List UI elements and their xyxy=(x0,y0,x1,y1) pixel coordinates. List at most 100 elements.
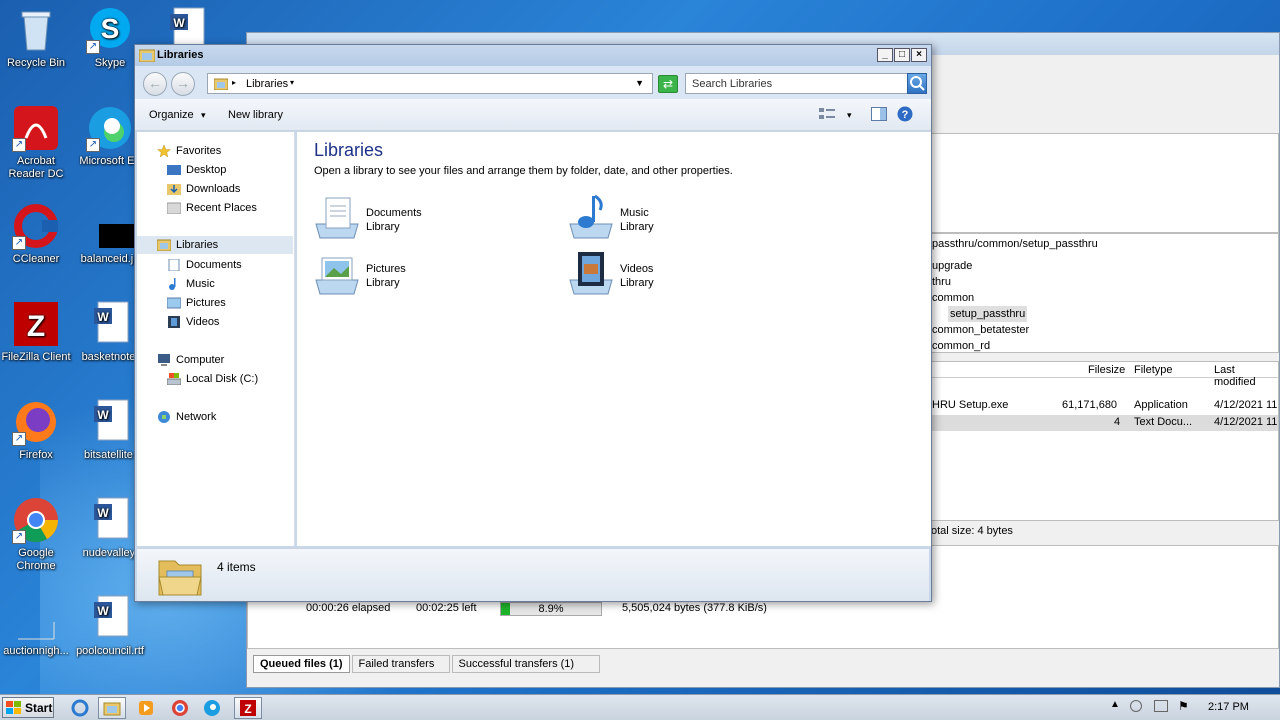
page-subtitle: Open a library to see your files and arr… xyxy=(314,165,733,177)
word-doc-icon: W xyxy=(86,398,134,446)
desktop-icon-label: FileZilla Client xyxy=(1,351,71,363)
explorer-window[interactable]: Libraries _ □ × ← → ▸ Libraries ▾ ▼ ⇄ Se… xyxy=(134,44,932,602)
refresh-icon[interactable]: ⇄ xyxy=(658,75,678,93)
nav-favorites[interactable]: Favorites xyxy=(157,142,221,160)
col-filesize[interactable]: Filesize xyxy=(1088,364,1125,376)
svg-text:Z: Z xyxy=(244,702,251,716)
nav-downloads[interactable]: Downloads xyxy=(167,180,240,198)
clock[interactable]: 2:17 PM xyxy=(1208,701,1249,713)
action-center-icon[interactable]: ⚑ xyxy=(1178,699,1189,713)
explorer-taskbar-icon[interactable] xyxy=(98,697,126,719)
search-icon[interactable] xyxy=(907,73,927,94)
svg-text:W: W xyxy=(97,408,109,422)
organize-button[interactable]: Organize xyxy=(149,109,194,121)
library-music[interactable]: Music Library xyxy=(568,194,654,240)
tab-successful-transfers[interactable]: Successful transfers (1) xyxy=(451,655,600,673)
chrome-icon: ↗ xyxy=(12,496,60,544)
library-videos[interactable]: Videos Library xyxy=(568,250,654,296)
breadcrumb-arrow-icon[interactable]: ▸ xyxy=(232,78,236,87)
windows-logo-icon xyxy=(6,700,21,714)
col-last-modified[interactable]: Last modified xyxy=(1214,364,1278,388)
tree-item[interactable]: common_betatester xyxy=(932,322,1029,338)
tree-item[interactable]: thru xyxy=(932,274,1029,290)
network-tray-icon[interactable] xyxy=(1154,700,1168,712)
remote-path[interactable]: passthru/common/setup_passthru xyxy=(932,238,1098,250)
explorer-titlebar[interactable]: Libraries _ □ × xyxy=(135,45,931,66)
desktop-icon-ccleaner[interactable]: ↗ CCleaner xyxy=(0,202,72,266)
nav-documents[interactable]: Documents xyxy=(167,256,242,274)
file-row-selected[interactable]: 4 Text Docu... 4/12/2021 11 xyxy=(928,415,1278,431)
chevron-down-icon[interactable]: ▾ xyxy=(201,110,206,121)
nav-computer[interactable]: Computer xyxy=(157,351,224,369)
shortcut-arrow-icon: ↗ xyxy=(12,236,26,250)
desktop-icon-acrobat[interactable]: ↗ Acrobat Reader DC xyxy=(0,104,72,181)
tab-failed-transfers[interactable]: Failed transfers xyxy=(351,655,450,673)
item-count: 4 items xyxy=(217,560,256,574)
close-button[interactable]: × xyxy=(911,48,927,62)
nav-videos[interactable]: Videos xyxy=(167,313,219,331)
tree-item[interactable]: upgrade xyxy=(932,258,1029,274)
svg-text:W: W xyxy=(173,16,185,30)
nav-pictures[interactable]: Pictures xyxy=(167,294,226,312)
view-options-icon[interactable] xyxy=(819,107,835,124)
minimize-button[interactable]: _ xyxy=(877,48,893,62)
desktop-icon-chrome[interactable]: ↗ Google Chrome xyxy=(0,496,72,573)
tree-item[interactable]: common_rd xyxy=(932,338,1029,354)
start-button[interactable]: Start xyxy=(2,697,54,718)
desktop-icon-blank-file[interactable]: auctionnigh... xyxy=(0,594,72,658)
nav-music[interactable]: Music xyxy=(167,275,215,293)
library-documents[interactable]: Documents Library xyxy=(314,194,422,240)
col-filetype[interactable]: Filetype xyxy=(1134,364,1173,376)
address-bar[interactable]: ▸ Libraries ▾ ▼ xyxy=(207,73,653,94)
tree-item-selected[interactable]: setup_passthru xyxy=(948,306,1028,322)
nav-desktop[interactable]: Desktop xyxy=(167,161,226,179)
desktop-icon-label: CCleaner xyxy=(12,253,60,265)
content-pane[interactable]: Libraries Open a library to see your fil… xyxy=(297,132,931,546)
nav-recent-places[interactable]: Recent Places xyxy=(167,199,257,217)
desktop-icon xyxy=(167,165,181,175)
chevron-down-icon[interactable]: ▾ xyxy=(290,78,294,87)
filezilla-remote-files[interactable]: Filesize Filetype Last modified HRU Setu… xyxy=(927,361,1279,521)
taskbar: Start Z ▲ ⚑ 2:17 PM xyxy=(0,694,1280,720)
filezilla-remote-tree[interactable]: passthru/common/setup_passthru upgrade t… xyxy=(927,233,1279,353)
edge-taskbar-icon[interactable] xyxy=(198,697,226,719)
desktop-icon-recycle-bin[interactable]: Recycle Bin xyxy=(0,6,72,70)
tree-item[interactable]: common xyxy=(932,290,1029,306)
library-pictures[interactable]: Pictures Library xyxy=(314,250,406,296)
command-bar: Organize ▾ New library ▾ ? xyxy=(135,99,931,131)
file-row[interactable]: HRU Setup.exe 61,171,680 Application 4/1… xyxy=(932,399,1278,415)
shortcut-arrow-icon: ↗ xyxy=(86,40,100,54)
preview-pane-icon[interactable] xyxy=(871,107,887,124)
nav-libraries[interactable]: Libraries xyxy=(157,236,218,254)
breadcrumb[interactable]: Libraries xyxy=(246,78,288,90)
transfer-progress-bar: 8.9% xyxy=(500,602,602,616)
forward-button[interactable]: → xyxy=(171,72,195,96)
desktop-icon-label: Google Chrome xyxy=(16,547,56,572)
tray-expand-icon[interactable]: ▲ xyxy=(1110,699,1120,710)
remote-tree-list[interactable]: upgrade thru common setup_passthru commo… xyxy=(932,258,1029,354)
chevron-down-icon[interactable]: ▾ xyxy=(847,110,852,121)
desktop-icon-filezilla[interactable]: Z FileZilla Client xyxy=(0,300,72,364)
nav-network[interactable]: Network xyxy=(157,408,216,426)
libraries-folder-icon xyxy=(158,560,202,596)
nav-local-disk[interactable]: Local Disk (C:) xyxy=(167,370,258,388)
help-icon[interactable]: ? xyxy=(897,106,913,125)
chrome-taskbar-icon[interactable] xyxy=(166,697,194,719)
image-file-icon xyxy=(86,202,147,250)
new-library-button[interactable]: New library xyxy=(228,109,283,121)
filezilla-icon: Z xyxy=(12,300,60,348)
desktop-icon-firefox[interactable]: ↗ Firefox xyxy=(0,398,72,462)
media-player-icon[interactable] xyxy=(132,697,160,719)
tab-queued-files[interactable]: Queued files (1) xyxy=(253,655,350,673)
search-input[interactable]: Search Libraries xyxy=(685,73,909,94)
desktop-icon-word-doc[interactable]: W poolcouncil.rtf xyxy=(74,594,146,658)
back-button[interactable]: ← xyxy=(143,72,167,96)
word-doc-icon: W xyxy=(86,300,134,348)
maximize-button[interactable]: □ xyxy=(894,48,910,62)
volume-icon[interactable] xyxy=(1130,700,1142,712)
svg-text:W: W xyxy=(97,506,109,520)
address-dropdown-icon[interactable]: ▼ xyxy=(635,78,644,88)
navigation-pane[interactable]: Favorites Desktop Downloads Recent Place… xyxy=(137,132,295,546)
internet-explorer-icon[interactable] xyxy=(66,697,94,719)
filezilla-taskbar-icon[interactable]: Z xyxy=(234,697,262,719)
